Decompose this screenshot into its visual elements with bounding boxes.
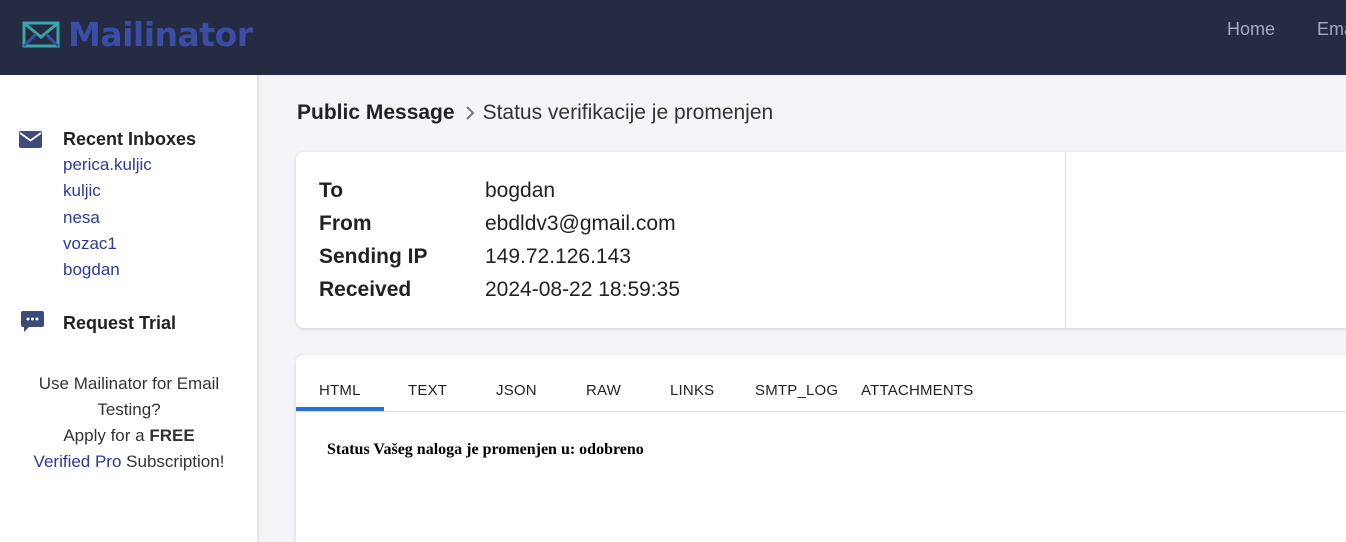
recent-inboxes-heading: Recent Inboxes: [63, 129, 197, 149]
header-divider: [1065, 152, 1066, 328]
promo-verified-line: Verified Pro Subscription!: [0, 449, 258, 475]
chevron-right-icon: [465, 106, 474, 120]
mail-icon: [19, 131, 42, 148]
tab-text[interactable]: TEXT: [408, 382, 447, 399]
tab-json[interactable]: JSON: [496, 382, 537, 399]
sending-ip-label: Sending IP: [319, 245, 428, 268]
tab-smtp-log[interactable]: SMTP_LOG: [755, 382, 838, 399]
inbox-link[interactable]: bogdan: [63, 260, 120, 280]
received-label: Received: [319, 278, 412, 301]
from-value: ebdldv3@gmail.com: [485, 212, 676, 235]
sidebar: Recent Inboxes perica.kuljic kuljic nesa…: [0, 75, 259, 542]
breadcrumb: Public Message Status verifikacije je pr…: [297, 101, 773, 125]
chat-bubble-icon: [21, 311, 44, 332]
mailinator-logo[interactable]: Mailinator: [22, 14, 253, 54]
to-value: bogdan: [485, 179, 556, 202]
message-body-text: Status Vašeg naloga je promenjen u: odob…: [327, 441, 644, 458]
to-label: To: [319, 179, 344, 202]
message-subject: Status verifikacije je promenjen: [482, 101, 774, 124]
envelope-logo-icon: [22, 21, 60, 48]
nav-email-link[interactable]: Ema: [1317, 19, 1346, 40]
top-navbar: Mailinator Home Ema: [0, 0, 1346, 75]
request-trial-link[interactable]: Request Trial: [63, 313, 176, 334]
tab-attachments[interactable]: ATTACHMENTS: [861, 382, 973, 399]
logo-text: Mailinator: [68, 14, 253, 54]
inbox-link[interactable]: perica.kuljic: [63, 155, 152, 175]
received-value: 2024-08-22 18:59:35: [485, 278, 680, 301]
promo-text: Use Mailinator for Email Testing? Apply …: [0, 371, 258, 475]
active-tab-indicator: [296, 407, 384, 411]
inbox-link[interactable]: kuljic: [63, 181, 101, 201]
sending-ip-value: 149.72.126.143: [485, 245, 631, 268]
promo-apply-line: Apply for a FREE: [0, 423, 258, 449]
from-label: From: [319, 212, 372, 235]
promo-free-text: FREE: [149, 426, 195, 445]
verified-pro-link[interactable]: Verified Pro: [34, 452, 122, 471]
promo-apply-text: Apply for a: [63, 426, 150, 445]
tab-links[interactable]: LINKS: [670, 382, 714, 399]
message-header-card: To bogdan From ebdldv3@gmail.com Sending…: [296, 152, 1346, 328]
message-tabs: HTML TEXT JSON RAW LINKS SMTP_LOG ATTACH…: [296, 355, 1346, 412]
nav-home-link[interactable]: Home: [1227, 19, 1275, 40]
promo-line: Use Mailinator for Email Testing?: [38, 374, 220, 419]
breadcrumb-root[interactable]: Public Message: [297, 101, 455, 125]
tab-html[interactable]: HTML: [319, 382, 361, 399]
tab-raw[interactable]: RAW: [586, 382, 621, 399]
message-body-card: HTML TEXT JSON RAW LINKS SMTP_LOG ATTACH…: [296, 355, 1346, 542]
promo-subscription-text: Subscription!: [121, 452, 225, 471]
inbox-link[interactable]: nesa: [63, 208, 100, 228]
inbox-link[interactable]: vozac1: [63, 234, 117, 254]
